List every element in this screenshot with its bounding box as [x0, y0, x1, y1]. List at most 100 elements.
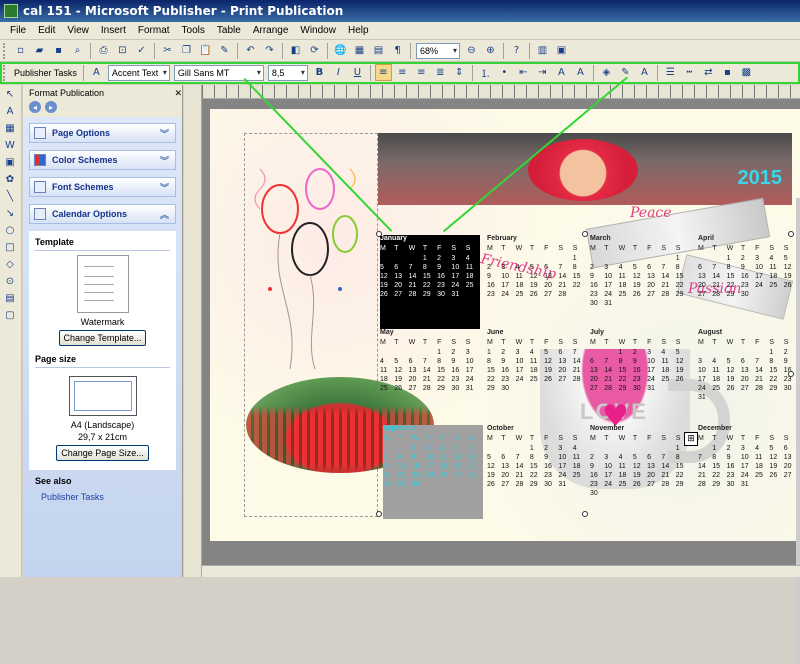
year-label[interactable]: 2015	[738, 167, 783, 190]
horizontal-scrollbar[interactable]	[202, 565, 800, 577]
rectangle-tool-icon[interactable]: □	[2, 240, 18, 255]
menu-table[interactable]: Table	[211, 25, 247, 36]
horizontal-ruler[interactable]	[202, 85, 800, 99]
line-style-icon[interactable]: ☰	[662, 64, 679, 81]
month-april[interactable]: April M T W T F S S 1 2 3 4 5 6 7 8 9 10 11 12 13 14 15 16 17 18 1…	[698, 235, 798, 329]
month-october[interactable]: October M T W T F S S 1 2 3 4 5 6 7 8 9 10 11 12 13 14 15 16 17 1…	[487, 425, 587, 519]
increase-indent-icon[interactable]: ⇥	[534, 64, 551, 81]
decrease-font-icon[interactable]: A	[553, 64, 570, 81]
template-thumbnail[interactable]	[76, 255, 129, 313]
selection-handle[interactable]	[376, 231, 382, 237]
selection-handle[interactable]	[376, 511, 382, 517]
boundaries-icon[interactable]: ▤	[370, 42, 387, 59]
object-handle-icon[interactable]: ⊞	[684, 432, 698, 446]
menu-tools[interactable]: Tools	[176, 25, 211, 36]
3d-style-icon[interactable]: ▩	[738, 64, 755, 81]
arrow-tool-icon[interactable]: ↘	[2, 206, 18, 221]
wordart-icon[interactable]: W	[2, 138, 18, 153]
month-june[interactable]: June M T W T F S S 1 2 3 4 5 6 7 8 9 10 11 12 13 14 15 16 17 18 19…	[487, 329, 587, 423]
fill-color-icon[interactable]: ◈	[598, 64, 615, 81]
bullets-icon[interactable]: •	[496, 64, 513, 81]
decrease-indent-icon[interactable]: ⇤	[515, 64, 532, 81]
month-september[interactable]: September M T W T F S S 1 2 3 4 5 6 7 8 9 10 11 12 13 14 15 16 1…	[383, 425, 483, 519]
clip-art-icon[interactable]: ✿	[2, 172, 18, 187]
font-dropdown[interactable]: Gill Sans MT	[173, 64, 264, 81]
text-box-icon[interactable]: A	[2, 104, 18, 119]
cut-icon[interactable]: ✂	[159, 42, 176, 59]
menu-insert[interactable]: Insert	[95, 25, 132, 36]
arrow-style-icon[interactable]: ⇄	[700, 64, 717, 81]
month-may[interactable]: May M T W T F S S 1 2 3 4 5 6 7 8 9 10 11 12 13 14 15 16 17 18 19 2…	[380, 329, 480, 423]
form-control-icon[interactable]: ▢	[2, 308, 18, 323]
selection-handle[interactable]	[788, 371, 794, 377]
rotate-icon[interactable]: ⟳	[306, 42, 323, 59]
italic-button[interactable]: I	[330, 64, 347, 81]
close-icon[interactable]: ✕	[174, 88, 182, 99]
picture-frame-icon[interactable]: ▣	[2, 155, 18, 170]
change-page-size-button[interactable]: Change Page Size...	[56, 445, 149, 461]
copy-icon[interactable]: ❐	[178, 42, 195, 59]
change-template-button[interactable]: Change Template...	[58, 330, 147, 346]
open-icon[interactable]: ▰	[31, 42, 48, 59]
new-icon[interactable]: ▫	[12, 42, 29, 59]
align-right-icon[interactable]: ≡	[413, 64, 430, 81]
undo-icon[interactable]: ↶	[242, 42, 259, 59]
align-left-icon[interactable]: ≡	[374, 64, 392, 81]
picture-tool-icon[interactable]: ▣	[553, 42, 570, 59]
underline-button[interactable]: U	[349, 64, 366, 81]
styles-icon[interactable]: A	[88, 64, 105, 81]
font-size-dropdown[interactable]: 8,5	[267, 64, 308, 81]
select-pointer-icon[interactable]: ↖	[2, 87, 18, 102]
header-photo[interactable]: 2015	[378, 133, 792, 205]
insert-table-icon[interactable]: ▦	[2, 121, 18, 136]
month-march[interactable]: March M T W T F S S 1 2 3 4 5 6 7 8 9 10 11 12 13 14 15 16 17 18 1…	[590, 235, 690, 329]
menu-window[interactable]: Window	[294, 25, 342, 36]
menu-format[interactable]: Format	[132, 25, 176, 36]
line-spacing-icon[interactable]: ⇕	[451, 64, 468, 81]
increase-font-icon[interactable]: A	[572, 64, 589, 81]
design-gallery-icon[interactable]: ▤	[2, 291, 18, 306]
zoom-out-icon[interactable]: ⊖	[463, 42, 480, 59]
month-august[interactable]: August M T W T F S S 1 2 3 4 5 6 7 8 9 10 11 12 13 14 15 16 17 18…	[698, 329, 798, 423]
search-icon[interactable]: ⌕	[69, 42, 86, 59]
month-december[interactable]: December M T W T F S S 1 2 3 4 5 6 7 8 9 10 11 12 13 14 15 16 17…	[698, 425, 798, 519]
redo-icon[interactable]: ↷	[261, 42, 278, 59]
menu-view[interactable]: View	[61, 25, 95, 36]
vertical-scrollbar[interactable]	[796, 198, 800, 664]
columns-icon[interactable]: ▦	[351, 42, 368, 59]
autoshapes-icon[interactable]: ◇	[2, 257, 18, 272]
back-icon[interactable]: ◂	[29, 101, 41, 113]
toolbar-grip[interactable]	[3, 42, 8, 59]
pilcrow-icon[interactable]: ¶	[389, 42, 406, 59]
month-november[interactable]: November M T W T F S S 1 2 3 4 5 6 7 8 9 10 11 12 13 14 15 16 17…	[590, 425, 690, 519]
publisher-tasks-button[interactable]: Publisher Tasks	[11, 68, 80, 78]
print-icon[interactable]: ⎙	[95, 42, 112, 59]
word-peace[interactable]: Peace	[630, 205, 672, 221]
section-calendar-options[interactable]: Calendar Options ︽	[29, 204, 176, 224]
align-center-icon[interactable]: ≡	[394, 64, 411, 81]
zoom-dropdown[interactable]: 68%	[416, 42, 460, 59]
dash-style-icon[interactable]: ┅	[681, 64, 698, 81]
format-painter-icon[interactable]: ✎	[216, 42, 233, 59]
balloons-illustration[interactable]	[250, 149, 370, 379]
spelling-icon[interactable]: ✓	[133, 42, 150, 59]
style-dropdown[interactable]: Accent Text	[107, 64, 170, 81]
toolbar-grip[interactable]	[3, 64, 8, 81]
month-january[interactable]: January M T W T F S S 1 2 3 4 5 6 7 8 9 10 11 12 13 14 15 16 17 1…	[380, 235, 480, 329]
publisher-tasks-link[interactable]: Publisher Tasks	[29, 488, 176, 506]
selection-handle[interactable]	[582, 231, 588, 237]
hot-spot-icon[interactable]: ⊙	[2, 274, 18, 289]
section-font-schemes[interactable]: Font Schemes ︾	[29, 177, 176, 197]
selection-handle[interactable]	[582, 511, 588, 517]
zoom-in-icon[interactable]: ⊕	[482, 42, 499, 59]
numbering-icon[interactable]: ⒈	[477, 64, 494, 81]
font-color-icon[interactable]: A	[636, 64, 653, 81]
menu-edit[interactable]: Edit	[32, 25, 61, 36]
shadow-style-icon[interactable]: ▪	[719, 64, 736, 81]
menu-file[interactable]: File	[4, 25, 32, 36]
selection-handle[interactable]	[788, 231, 794, 237]
bold-button[interactable]: B	[311, 64, 328, 81]
bring-forward-icon[interactable]: ◧	[287, 42, 304, 59]
month-february[interactable]: February M T W T F S S 1 2 3 4 5 6 7 8 9 10 11 12 13 14 15 16 17…	[487, 235, 587, 329]
menu-help[interactable]: Help	[342, 25, 375, 36]
